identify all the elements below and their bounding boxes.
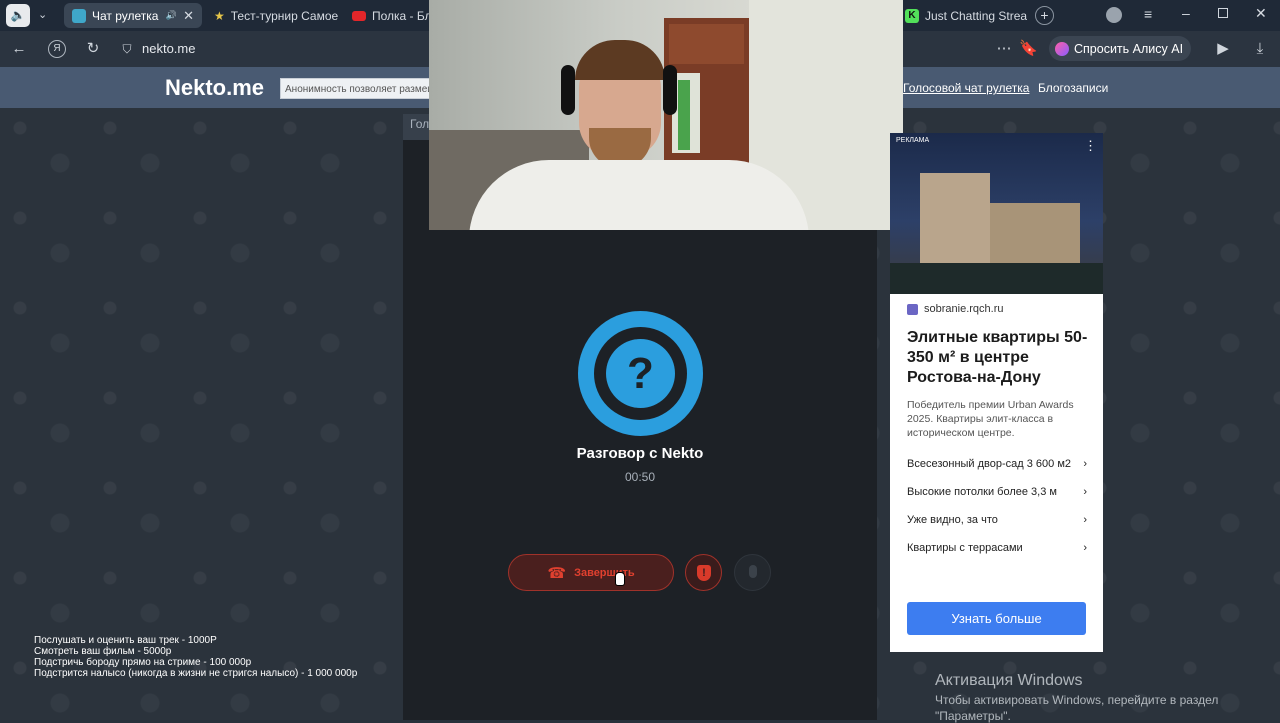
tab-title: Тест-турнир Самое [230, 8, 339, 23]
ad-more-icon[interactable]: ⋮ [1084, 138, 1097, 154]
nav-blog-link[interactable]: Блогозаписи [1038, 81, 1108, 95]
yandex-logo-icon[interactable]: Я [48, 40, 66, 58]
tab-title: Чат рулетка го [92, 8, 160, 23]
question-avatar-icon: ? [578, 311, 703, 436]
ad-item-label: Всесезонный двор-сад 3 600 м2 [907, 458, 1072, 470]
ad-item[interactable]: Уже видно, за что › [907, 514, 1087, 526]
note-line: Смотреть ваш фильм - 5000р [34, 646, 172, 657]
kick-favicon-icon: K [905, 8, 919, 23]
warning-shield-icon: ! [697, 565, 711, 581]
tab-close-icon[interactable]: ✕ [183, 8, 194, 24]
ad-item-label: Уже видно, за что [907, 514, 998, 526]
ad-item-label: Квартиры с террасами [907, 542, 1023, 554]
mouse-cursor-icon [615, 572, 625, 586]
microphone-icon [749, 565, 757, 578]
note-line: Подстричь бороду прямо на стриме - 100 0… [34, 657, 252, 668]
more-dots-icon[interactable]: ⋯ [995, 40, 1013, 58]
youtube-favicon-icon [352, 10, 366, 21]
media-play-icon[interactable]: ▶ [1214, 40, 1232, 58]
minimize-icon[interactable]: – [1182, 5, 1190, 21]
chevron-right-icon: › [1083, 542, 1087, 554]
call-title: Разговор с Nekto [576, 445, 704, 462]
side-tab-partial[interactable]: Гол [403, 114, 431, 140]
tab-speaker-icon: 🔊 [165, 10, 178, 20]
activation-line: "Параметры". [935, 709, 1011, 723]
hang-up-icon: ☎ [547, 564, 567, 582]
menu-icon[interactable]: ≡ [1144, 6, 1152, 22]
ad-label: РЕКЛАМА [896, 137, 930, 144]
tab-audio-icon[interactable]: 🔈 [6, 4, 30, 27]
site-logo[interactable]: Nekto.me [165, 75, 264, 101]
profile-avatar-icon[interactable] [1106, 7, 1122, 23]
ad-item[interactable]: Квартиры с террасами › [907, 542, 1087, 554]
stream-price-notes: Послушать и оценить ваш трек - 1000Р Смо… [34, 635, 357, 679]
report-button[interactable]: ! [685, 554, 722, 591]
tab-list-chevron-icon[interactable]: ⌄ [38, 8, 47, 21]
back-arrow-icon[interactable]: ← [10, 40, 28, 58]
alice-icon [1055, 41, 1069, 56]
ad-headline[interactable]: Элитные квартиры 50-350 м² в центре Рост… [907, 328, 1092, 388]
call-timer: 00:50 [624, 470, 656, 484]
end-call-button[interactable]: ☎ Завершить [508, 554, 674, 591]
download-icon[interactable]: ⤓ [1251, 40, 1269, 58]
webcam-video [429, 0, 903, 230]
windows-activation-watermark: Активация Windows Чтобы активировать Win… [935, 672, 1218, 723]
reload-icon[interactable]: ↻ [84, 40, 102, 58]
close-window-icon[interactable]: ✕ [1255, 5, 1267, 22]
chevron-right-icon: › [1083, 458, 1087, 470]
ad-description: Победитель премии Urban Awards 2025. Ква… [907, 399, 1074, 439]
ad-domain-row[interactable]: sobranie.rqch.ru [907, 303, 1004, 315]
search-text: Анонимность позволяет размеща [285, 84, 430, 95]
restore-icon[interactable] [1218, 8, 1228, 18]
note-line: Послушать и оценить ваш трек - 1000Р [34, 635, 217, 646]
site-search-input[interactable]: Анонимность позволяет размеща [280, 78, 430, 99]
advertisement[interactable]: РЕКЛАМА ⋮ sobranie.rqch.ru Элитные кварт… [890, 133, 1103, 652]
ask-alice-label: Спросить Алису AI [1074, 41, 1184, 56]
shield-icon: ⛉ [122, 42, 132, 56]
activation-line: Чтобы активировать Windows, перейдите в … [935, 693, 1219, 707]
tab-nekto[interactable]: Чат рулетка го 🔊 ✕ [64, 3, 202, 28]
ad-image [890, 133, 1103, 294]
end-call-label: Завершить [574, 566, 635, 579]
tab-tournament[interactable]: ★ Тест-турнир Самое [206, 3, 340, 28]
microphone-button[interactable] [734, 554, 771, 591]
tab-kick[interactable]: K Just Chatting Strea [897, 3, 1027, 28]
activation-title: Активация Windows [935, 672, 1083, 689]
chevron-right-icon: › [1083, 514, 1087, 526]
ad-item[interactable]: Всесезонный двор-сад 3 600 м2 › [907, 458, 1087, 470]
ad-cta-button[interactable]: Узнать больше [907, 602, 1086, 635]
ask-alice-button[interactable]: Спросить Алису AI [1049, 36, 1191, 61]
note-line: Подстрится налысо (никогда в жизни не ст… [34, 668, 358, 679]
tab-title: Полка - Бли [372, 8, 430, 23]
url-text[interactable]: nekto.me [142, 41, 195, 56]
tab-title: Just Chatting Strea [925, 8, 1027, 23]
ad-item[interactable]: Высокие потолки более 3,3 м › [907, 486, 1087, 498]
chevron-right-icon: › [1083, 486, 1087, 498]
nekto-favicon-icon [72, 8, 86, 23]
domain-logo-icon [907, 303, 918, 315]
new-tab-button[interactable]: + [1035, 6, 1054, 25]
bookmark-icon[interactable]: 🔖 [1019, 40, 1038, 58]
star-favicon-icon: ★ [214, 8, 225, 23]
nav-voice-chat-link[interactable]: Голосовой чат рулетка [903, 81, 1029, 95]
tab-youtube[interactable]: Полка - Бли [344, 3, 430, 28]
ad-domain: sobranie.rqch.ru [924, 303, 1004, 315]
person-shirt [469, 160, 809, 230]
ad-item-label: Высокие потолки более 3,3 м [907, 486, 1057, 498]
